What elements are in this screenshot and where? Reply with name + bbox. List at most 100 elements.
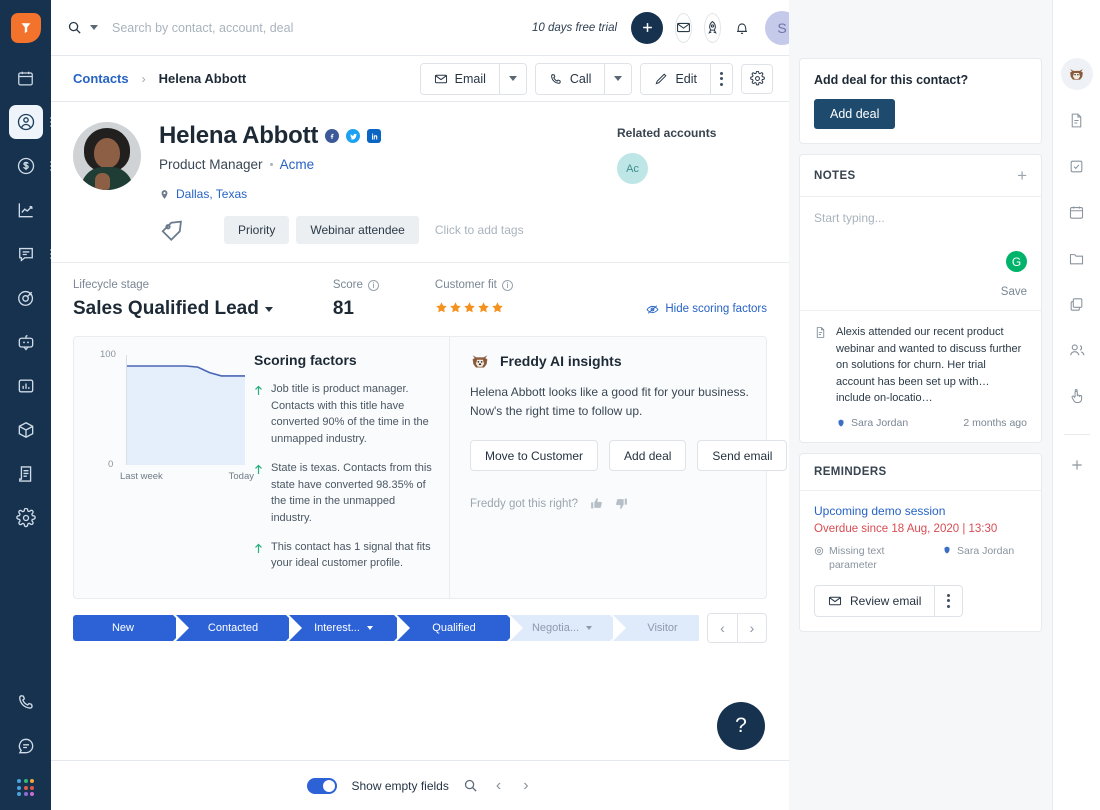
notifications-button[interactable] [733,13,751,43]
sidebar-item-conversations[interactable] [9,237,43,271]
show-empty-fields-toggle[interactable] [307,778,337,794]
sidebar-item-settings[interactable] [9,501,43,535]
thumbs-down-icon[interactable] [615,497,628,510]
pipeline-stage-negotia[interactable]: Negotia... [510,615,610,641]
edit-button[interactable]: Edit [641,64,710,94]
call-dropdown-button[interactable] [604,64,631,94]
add-deal-button[interactable]: Add deal [814,99,895,129]
reminders-header: REMINDERS [800,454,1041,491]
email-dropdown-button[interactable] [499,64,526,94]
record-settings-button[interactable] [741,64,773,94]
reminder-more-button[interactable] [934,586,962,616]
reminder-title[interactable]: Upcoming demo session [814,504,1027,518]
note-placeholder: Start typing... [814,211,1027,225]
pipeline-prev-button[interactable]: ‹ [708,614,737,642]
rail-item-freddy[interactable] [1061,58,1093,90]
help-button[interactable]: ? [717,702,765,750]
chart-plot-area [126,355,244,465]
app-logo[interactable] [11,13,41,43]
deals-dollar-icon [16,156,36,176]
pipeline-stage-qualified[interactable]: Qualified [397,615,507,641]
rail-add-button[interactable] [1061,449,1093,481]
rail-item-files[interactable] [1061,242,1093,274]
note-composer[interactable]: Start typing... G [800,197,1041,280]
freddy-action-add-deal[interactable]: Add deal [609,440,686,471]
chevron-down-icon[interactable] [586,626,592,630]
tag-chip[interactable]: Priority [224,216,289,244]
record-prev-button[interactable]: ‹ [492,777,505,795]
score-strip: Lifecycle stage Sales Qualified Lead Sco… [51,263,789,324]
email-button[interactable]: Email [421,64,499,94]
eye-hidden-icon [646,304,659,315]
field-search-button[interactable] [463,778,478,793]
facebook-icon[interactable] [325,129,339,143]
sidebar-item-documents[interactable] [9,457,43,491]
pipeline-next-button[interactable]: › [737,614,766,642]
pipeline-stage-new[interactable]: New [73,615,173,641]
freddy-action-buttons: Move to Customer Add deal Send email [470,440,787,471]
chevron-down-icon[interactable] [367,626,373,630]
add-note-button[interactable]: + [1017,167,1027,184]
sidebar-item-bot[interactable] [9,325,43,359]
call-button[interactable]: Call [536,64,605,94]
search-icon[interactable] [67,20,82,35]
twitter-icon[interactable] [346,129,360,143]
freddy-insight-text: Helena Abbott looks like a good fit for … [470,383,770,420]
tag-chip[interactable]: Webinar attendee [296,216,419,244]
linkedin-icon[interactable] [367,129,381,143]
sidebar-item-analytics[interactable] [9,193,43,227]
separator-dot [270,163,273,166]
search-input[interactable] [112,21,532,35]
breadcrumb-parent[interactable]: Contacts [73,71,129,86]
freddy-action-send-email[interactable]: Send email [697,440,787,471]
freddy-action-move-to-customer[interactable]: Move to Customer [470,440,598,471]
rail-item-tasks[interactable] [1061,150,1093,182]
sidebar-item-contacts[interactable] [9,105,43,139]
related-accounts-label: Related accounts [617,126,767,140]
pipeline-stage-label: Contacted [208,622,258,634]
pipeline-stage-interest[interactable]: Interest... [289,615,394,641]
sidebar-item-calendar[interactable] [9,61,43,95]
related-account-avatar[interactable]: Ac [617,153,648,184]
account-link[interactable]: Acme [280,157,315,172]
rail-item-engagement[interactable] [1061,380,1093,412]
rail-item-notes[interactable] [1061,104,1093,136]
quick-add-button[interactable] [631,12,663,44]
sidebar-item-products[interactable] [9,413,43,447]
pipeline-stage-contacted[interactable]: Contacted [176,615,286,641]
rail-item-duplicates[interactable] [1061,288,1093,320]
lifecycle-stage-value-row[interactable]: Sales Qualified Lead [73,298,273,320]
right-panel: Add deal for this contact? Add deal NOTE… [789,0,1052,810]
notes-document-icon [1068,112,1085,129]
scoring-factors: Scoring factors Job title is product man… [254,337,449,598]
review-email-button[interactable]: Review email [815,586,934,616]
sidebar-item-chat[interactable] [9,729,43,763]
customer-fit-stars[interactable] [435,301,513,314]
record-next-button[interactable]: › [519,777,532,795]
rail-item-contacts[interactable] [1061,334,1093,366]
vertical-dots-icon [720,72,723,86]
note-list-item[interactable]: Alexis attended our recent product webin… [800,310,1041,442]
sidebar-item-deals[interactable] [9,149,43,183]
mail-icon [676,20,691,35]
pipeline-stage-visitor[interactable]: Visitor [613,615,699,641]
sidebar-item-reports[interactable] [9,369,43,403]
app-switcher-grid-icon[interactable] [17,779,34,796]
breadcrumb-current: Helena Abbott [159,71,247,86]
whats-new-button[interactable] [704,13,721,43]
sidebar-item-goals[interactable] [9,281,43,315]
rail-item-appointments[interactable] [1061,196,1093,228]
mail-button[interactable] [675,13,692,43]
sidebar-item-phone[interactable] [9,685,43,719]
more-actions-button[interactable] [710,64,732,94]
info-icon[interactable]: i [502,280,513,291]
search-filter-caret-icon[interactable] [90,25,98,30]
add-tags-hint[interactable]: Click to add tags [435,223,524,237]
grammarly-icon[interactable]: G [1006,251,1027,272]
hide-scoring-factors-toggle[interactable]: Hide scoring factors [646,279,767,315]
note-save-button[interactable]: Save [800,280,1041,310]
info-icon[interactable]: i [368,280,379,291]
target-small-icon [814,546,824,556]
thumbs-up-icon[interactable] [590,497,603,510]
contact-location[interactable]: Dallas, Texas [159,187,617,201]
